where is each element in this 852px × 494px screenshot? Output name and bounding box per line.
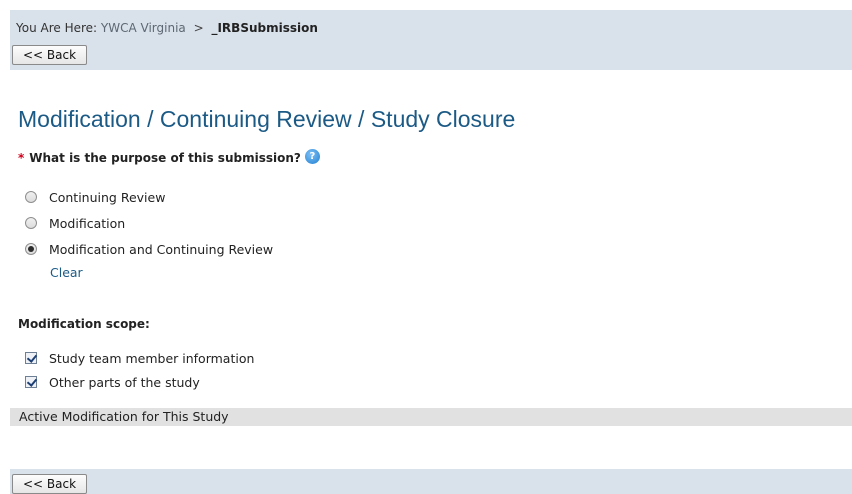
checkbox[interactable] — [25, 352, 37, 364]
checkbox-other-parts-of-the-study[interactable]: Other parts of the study — [25, 373, 200, 391]
back-button-bottom[interactable]: << Back — [12, 474, 88, 494]
checkbox[interactable] — [25, 376, 37, 388]
breadcrumb-prefix: You Are Here: — [16, 21, 98, 35]
purpose-question: * What is the purpose of this submission… — [18, 148, 320, 165]
modification-scope-label: Modification scope: — [18, 317, 150, 331]
checkbox-study-team-member-information[interactable]: Study team member information — [25, 349, 254, 367]
back-button-top[interactable]: << Back — [12, 45, 88, 65]
radio-continuing-review[interactable]: Continuing Review — [25, 188, 165, 206]
bottom-bar — [10, 469, 852, 494]
purpose-question-label: What is the purpose of this submission? — [29, 151, 301, 165]
breadcrumb-parent-link[interactable]: YWCA Virginia — [101, 21, 186, 35]
required-marker: * — [18, 151, 25, 165]
checkbox-label: Study team member information — [49, 350, 255, 366]
breadcrumb-current: _IRBSubmission — [211, 21, 318, 35]
radio-button-selected[interactable] — [25, 243, 37, 255]
clear-link[interactable]: Clear — [50, 265, 83, 280]
active-modification-section-header: Active Modification for This Study — [10, 408, 852, 426]
radio-label: Modification — [49, 215, 126, 231]
radio-button[interactable] — [25, 217, 37, 229]
radio-button[interactable] — [25, 191, 37, 203]
breadcrumb: You Are Here: YWCA Virginia > _IRBSubmis… — [16, 21, 318, 35]
top-bar — [10, 10, 852, 70]
help-icon[interactable]: ? — [304, 148, 320, 164]
checkbox-label: Other parts of the study — [49, 374, 200, 390]
page-title: Modification / Continuing Review / Study… — [18, 106, 516, 132]
radio-modification-and-continuing-review[interactable]: Modification and Continuing Review — [25, 240, 273, 258]
radio-modification[interactable]: Modification — [25, 214, 125, 232]
radio-label: Continuing Review — [49, 189, 166, 205]
radio-label: Modification and Continuing Review — [49, 241, 274, 257]
breadcrumb-separator: > — [193, 21, 204, 35]
